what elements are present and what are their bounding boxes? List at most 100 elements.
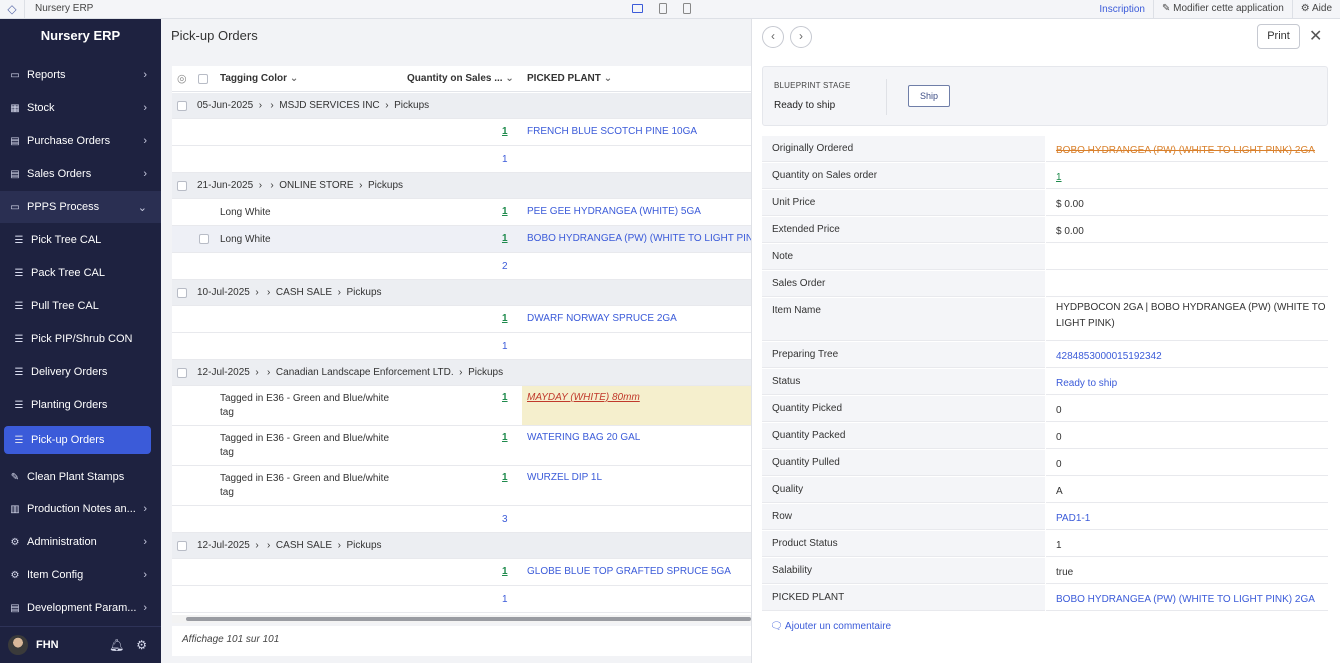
next-record-button[interactable]: › — [790, 26, 812, 48]
group-row[interactable]: 12-Jul-2025 › › CASH SALE › Pickups — [172, 533, 751, 559]
picked-plant-cell[interactable]: WURZEL DIP 1L — [522, 466, 751, 505]
property-value[interactable]: 1 — [1046, 163, 1328, 189]
quantity-link[interactable]: 1 — [502, 432, 508, 443]
column-tagging-color[interactable]: Tagging Color ⌄ — [220, 66, 298, 92]
property-value — [1046, 244, 1328, 270]
sidebar-item-sales-orders[interactable]: ▤ Sales Orders › — [0, 158, 161, 190]
mobile-preview-icon[interactable] — [683, 3, 691, 14]
picked-plant-cell[interactable]: PEE GEE HYDRANGEA (WHITE) 5GA — [522, 199, 751, 225]
sidebar-item-clean-plant-stamps[interactable]: ✎ Clean Plant Stamps — [0, 461, 161, 493]
close-icon[interactable]: ✕ — [1309, 26, 1322, 46]
row-checkbox[interactable] — [177, 368, 187, 381]
quantity-link[interactable]: 1 — [502, 566, 508, 577]
picked-plant-cell[interactable]: BOBO HYDRANGEA (PW) (WHITE TO LIGHT PIN — [522, 226, 751, 252]
sidebar-item-reports[interactable]: ▭ Reports › — [0, 59, 161, 91]
sidebar-item-purchase-orders[interactable]: ▤ Purchase Orders › — [0, 125, 161, 157]
table-row[interactable]: Tagged in E36 - Green and Blue/white tag… — [172, 466, 751, 506]
user-name: FHN — [36, 639, 59, 651]
property-row: Note — [762, 244, 1328, 271]
app-switcher-icon[interactable]: ◇ — [0, 0, 24, 19]
sidebar-item-pick-tree-cal[interactable]: ☰ Pick Tree CAL — [0, 224, 161, 256]
picked-plant-cell[interactable]: DWARF NORWAY SPRUCE 2GA — [522, 306, 751, 332]
scrollbar-thumb[interactable] — [186, 617, 751, 621]
property-value[interactable]: 4284853000015192342 — [1046, 342, 1328, 368]
picked-plant-link[interactable]: GLOBE BLUE TOP GRAFTED SPRUCE 5GA — [527, 566, 731, 577]
sidebar-item-pack-tree-cal[interactable]: ☰ Pack Tree CAL — [0, 257, 161, 289]
picked-plant-link[interactable]: MAYDAY (WHITE) 80mm — [527, 392, 640, 403]
select-all-checkbox[interactable] — [198, 74, 208, 84]
tablet-preview-icon[interactable] — [659, 3, 667, 14]
property-label: Quantity Packed — [762, 423, 1045, 449]
property-value[interactable]: Ready to ship — [1046, 369, 1328, 395]
picked-plant-cell[interactable]: GLOBE BLUE TOP GRAFTED SPRUCE 5GA — [522, 559, 751, 585]
quantity-link[interactable]: 1 — [502, 206, 508, 217]
sidebar-item-item-config[interactable]: ⚙ Item Config › — [0, 559, 161, 591]
picked-plant-link[interactable]: BOBO HYDRANGEA (PW) (WHITE TO LIGHT PIN — [527, 233, 751, 244]
table-row[interactable]: Tagged in E36 - Green and Blue/white tag… — [172, 386, 751, 426]
signup-link[interactable]: Inscription — [1091, 4, 1153, 15]
row-checkbox[interactable] — [177, 288, 187, 301]
sidebar-item-label: Reports — [27, 69, 66, 81]
table-row[interactable]: Tagged in E36 - Green and Blue/white tag… — [172, 426, 751, 466]
group-row[interactable]: 21-Jun-2025 › › ONLINE STORE › Pickups — [172, 173, 751, 199]
device-preview — [632, 1, 691, 14]
property-value[interactable]: PAD1-1 — [1046, 504, 1328, 530]
picked-plant-link[interactable]: DWARF NORWAY SPRUCE 2GA — [527, 313, 677, 324]
property-value[interactable]: BOBO HYDRANGEA (PW) (WHITE TO LIGHT PINK… — [1046, 585, 1328, 611]
sidebar-item-pick-pip-shrub-con[interactable]: ☰ Pick PIP/Shrub CON — [0, 323, 161, 355]
previous-record-button[interactable]: ‹ — [762, 26, 784, 48]
property-value: HYDPBOCON 2GA | BOBO HYDRANGEA (PW) (WHI… — [1046, 298, 1328, 341]
quantity-link[interactable]: 1 — [502, 472, 508, 483]
group-quantity-total: 1 — [502, 341, 508, 352]
help-link[interactable]: ⚙ Aide — [1291, 0, 1340, 19]
desktop-preview-icon[interactable] — [632, 4, 643, 13]
sidebar-item-pick-up-orders[interactable]: ☰ Pick-up Orders — [4, 426, 151, 454]
modify-app-link[interactable]: ✎ Modifier cette application — [1152, 0, 1292, 19]
row-checkbox[interactable] — [177, 541, 187, 554]
sidebar-item-pull-tree-cal[interactable]: ☰ Pull Tree CAL — [0, 290, 161, 322]
sidebar-item-planting-orders[interactable]: ☰ Planting Orders — [0, 389, 161, 421]
picked-plant-cell[interactable]: WATERING BAG 20 GAL — [522, 426, 751, 465]
picked-plant-link[interactable]: WATERING BAG 20 GAL — [527, 432, 640, 443]
picked-plant-link[interactable]: FRENCH BLUE SCOTCH PINE 10GA — [527, 126, 697, 137]
row-checkbox[interactable] — [199, 234, 209, 247]
table-row[interactable]: Long White 1 BOBO HYDRANGEA (PW) (WHITE TO… — [172, 226, 751, 253]
quantity-link[interactable]: 1 — [502, 392, 508, 403]
sidebar-item-stock[interactable]: ▦ Stock › — [0, 92, 161, 124]
quantity-link[interactable]: 1 — [502, 313, 508, 324]
table-row[interactable]: 1 FRENCH BLUE SCOTCH PINE 10GA — [172, 119, 751, 146]
property-label: Unit Price — [762, 190, 1045, 216]
quantity-link[interactable]: 1 — [502, 126, 508, 137]
eye-icon[interactable]: ◎ — [177, 66, 187, 92]
column-quantity[interactable]: Quantity on Sales ... ⌄ — [407, 66, 514, 92]
group-row[interactable]: 10-Jul-2025 › › CASH SALE › Pickups — [172, 280, 751, 306]
bell-icon[interactable]: 🔔︎ — [109, 638, 124, 652]
sidebar-item-administration[interactable]: ⚙ Administration › — [0, 526, 161, 558]
picked-plant-cell[interactable]: FRENCH BLUE SCOTCH PINE 10GA — [522, 119, 751, 145]
group-quantity-total: 2 — [502, 261, 508, 272]
picked-plant-cell[interactable]: MAYDAY (WHITE) 80mm — [522, 386, 751, 425]
sidebar-item-label: Pack Tree CAL — [31, 267, 105, 279]
group-row[interactable]: 05-Jun-2025 › › MSJD SERVICES INC › Pick… — [172, 93, 751, 119]
picked-plant-link[interactable]: WURZEL DIP 1L — [527, 472, 602, 483]
row-checkbox[interactable] — [177, 181, 187, 194]
horizontal-scrollbar[interactable] — [172, 615, 751, 623]
sidebar-item-ppps-process[interactable]: ▭ PPPS Process ⌄ — [0, 191, 161, 223]
group-row[interactable]: 12-Jul-2025 › › Canadian Landscape Enfor… — [172, 360, 751, 386]
avatar[interactable] — [8, 635, 28, 655]
property-label: Extended Price — [762, 217, 1045, 243]
picked-plant-link[interactable]: PEE GEE HYDRANGEA (WHITE) 5GA — [527, 206, 701, 217]
column-picked-plant[interactable]: PICKED PLANT ⌄ — [527, 66, 612, 92]
print-button[interactable]: Print — [1257, 24, 1300, 49]
sidebar-item-delivery-orders[interactable]: ☰ Delivery Orders — [0, 356, 161, 388]
add-comment-link[interactable]: 🗨︎ Ajouter un commentaire — [770, 621, 891, 632]
sidebar-item-production-notes-an[interactable]: ▥ Production Notes an... › — [0, 493, 161, 525]
quantity-link[interactable]: 1 — [502, 233, 508, 244]
sidebar-item-development-param[interactable]: ▤ Development Param... › — [0, 592, 161, 624]
table-row[interactable]: Long White 1 PEE GEE HYDRANGEA (WHITE) 5GA — [172, 199, 751, 226]
gear-icon[interactable]: ⚙ — [136, 638, 147, 652]
row-checkbox[interactable] — [177, 101, 187, 114]
table-row[interactable]: 1 GLOBE BLUE TOP GRAFTED SPRUCE 5GA — [172, 559, 751, 586]
table-row[interactable]: 1 DWARF NORWAY SPRUCE 2GA — [172, 306, 751, 333]
ship-button[interactable]: Ship — [908, 85, 950, 107]
